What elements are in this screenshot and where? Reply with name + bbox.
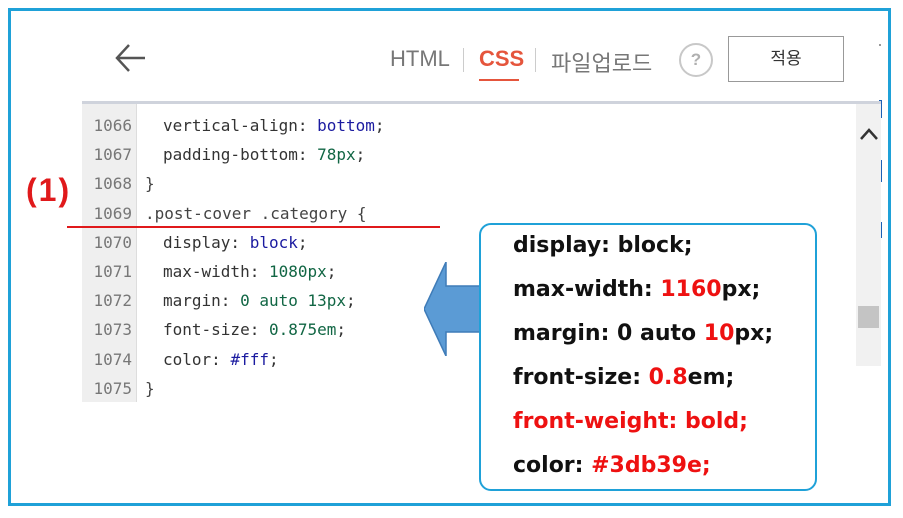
code-token: .post-cover .category {: [145, 203, 367, 223]
apply-button[interactable]: 적용: [728, 36, 844, 82]
code-text: max-width: 1080px;: [163, 258, 336, 286]
css-property: vertical-align:: [163, 116, 318, 135]
css-value: #fff: [230, 349, 269, 369]
tab-separator: [535, 48, 536, 72]
css-property: max-width:: [163, 262, 269, 281]
more-dots-icon: [879, 44, 881, 46]
scroll-up-icon[interactable]: [856, 124, 881, 148]
css-property: display:: [163, 232, 250, 252]
css-property: font-size:: [163, 320, 269, 340]
callout-highlight: front-weight: bold;: [513, 409, 748, 434]
back-arrow-icon[interactable]: [113, 40, 149, 76]
code-text: .post-cover .category {: [145, 200, 367, 228]
semicolon: ;: [326, 262, 337, 281]
code-text: font-size: 0.875em;: [163, 316, 346, 344]
callout-line: front-weight: bold;: [513, 409, 748, 434]
callout-text: color:: [513, 453, 592, 478]
annotation-underline: [67, 226, 440, 228]
css-value: bottom: [317, 116, 375, 135]
css-value: 1080px: [268, 262, 327, 281]
code-line[interactable]: 1068}: [82, 170, 482, 198]
scrollbar-thumb[interactable]: [858, 306, 879, 328]
callout-highlight: #3db39e;: [591, 453, 711, 478]
code-token: }: [145, 174, 155, 194]
code-line[interactable]: 1072 margin: 0 auto 13px;: [82, 287, 482, 315]
code-text: }: [145, 170, 155, 198]
help-icon[interactable]: ?: [679, 43, 713, 77]
css-value: 78px: [317, 145, 356, 165]
css-property: color:: [163, 349, 231, 369]
callout-line: margin: 0 auto 10px;: [513, 321, 773, 346]
line-number: 1073: [93, 320, 132, 340]
line-number: 1068: [93, 174, 132, 194]
code-line[interactable]: 1066 vertical-align: bottom;: [82, 112, 482, 140]
line-number: 1066: [93, 116, 132, 135]
callout-highlight: 10: [703, 321, 735, 346]
callout-line: color: #3db39e;: [513, 453, 711, 478]
css-value: 0.875em: [268, 320, 337, 340]
css-value: 0 auto 13px: [240, 291, 347, 311]
code-line[interactable]: 1067 padding-bottom: 78px;: [82, 141, 482, 169]
callout-highlight: 0.8: [648, 365, 688, 390]
semicolon: ;: [374, 116, 385, 135]
callout-text: display: block;: [513, 233, 693, 258]
line-number: 1067: [93, 145, 132, 165]
code-line[interactable]: 1069 .post-cover .category {: [82, 200, 482, 228]
callout-line: display: block;: [513, 233, 693, 258]
code-line[interactable]: 1070 display: block;: [82, 229, 482, 257]
active-tab-indicator: [479, 79, 519, 81]
tab-html[interactable]: HTML: [390, 46, 450, 72]
line-number: 1071: [93, 262, 132, 281]
code-line[interactable]: 1073 font-size: 0.875em;: [82, 316, 482, 344]
tab-file-upload[interactable]: 파일업로드: [551, 46, 652, 78]
callout-line: max-width: 1160px;: [513, 277, 760, 302]
semicolon: ;: [268, 349, 279, 369]
code-text: }: [145, 375, 155, 403]
line-number: 1069: [93, 203, 132, 223]
code-text: padding-bottom: 78px;: [163, 141, 365, 169]
code-token: }: [145, 378, 155, 398]
callout-text: px;: [721, 277, 761, 302]
header-divider: [82, 101, 881, 104]
semicolon: ;: [297, 232, 308, 252]
css-property: padding-bottom:: [163, 145, 318, 165]
callout-text: em;: [687, 365, 735, 390]
callout-text: front-size:: [513, 365, 649, 390]
line-number: 1070: [93, 232, 132, 252]
css-value: block: [249, 232, 298, 252]
code-text: display: block;: [163, 229, 308, 257]
tab-separator: [463, 48, 464, 72]
line-number: 1072: [93, 291, 132, 311]
annotation-label: (1): [26, 172, 72, 208]
code-line[interactable]: 1071 max-width: 1080px;: [82, 258, 482, 286]
callout-text: margin: 0 auto: [513, 321, 704, 346]
callout-text: max-width:: [513, 277, 661, 302]
code-text: margin: 0 auto 13px;: [163, 287, 356, 315]
code-line[interactable]: 1074 color: #fff;: [82, 346, 482, 374]
css-property: margin:: [163, 291, 241, 311]
semicolon: ;: [346, 291, 356, 311]
callout-highlight: 1160: [660, 277, 722, 302]
code-line[interactable]: 1075}: [82, 375, 482, 403]
tab-css[interactable]: CSS: [479, 46, 524, 72]
callout-line: front-size: 0.8em;: [513, 365, 734, 390]
semicolon: ;: [336, 320, 347, 340]
line-number: 1075: [93, 378, 132, 398]
annotation-callout: display: block; max-width: 1160px; margin:…: [479, 223, 817, 491]
line-number: 1074: [93, 349, 132, 369]
code-text: vertical-align: bottom;: [163, 112, 385, 140]
semicolon: ;: [355, 145, 366, 165]
code-text: color: #fff;: [163, 346, 279, 374]
callout-text: px;: [734, 321, 774, 346]
